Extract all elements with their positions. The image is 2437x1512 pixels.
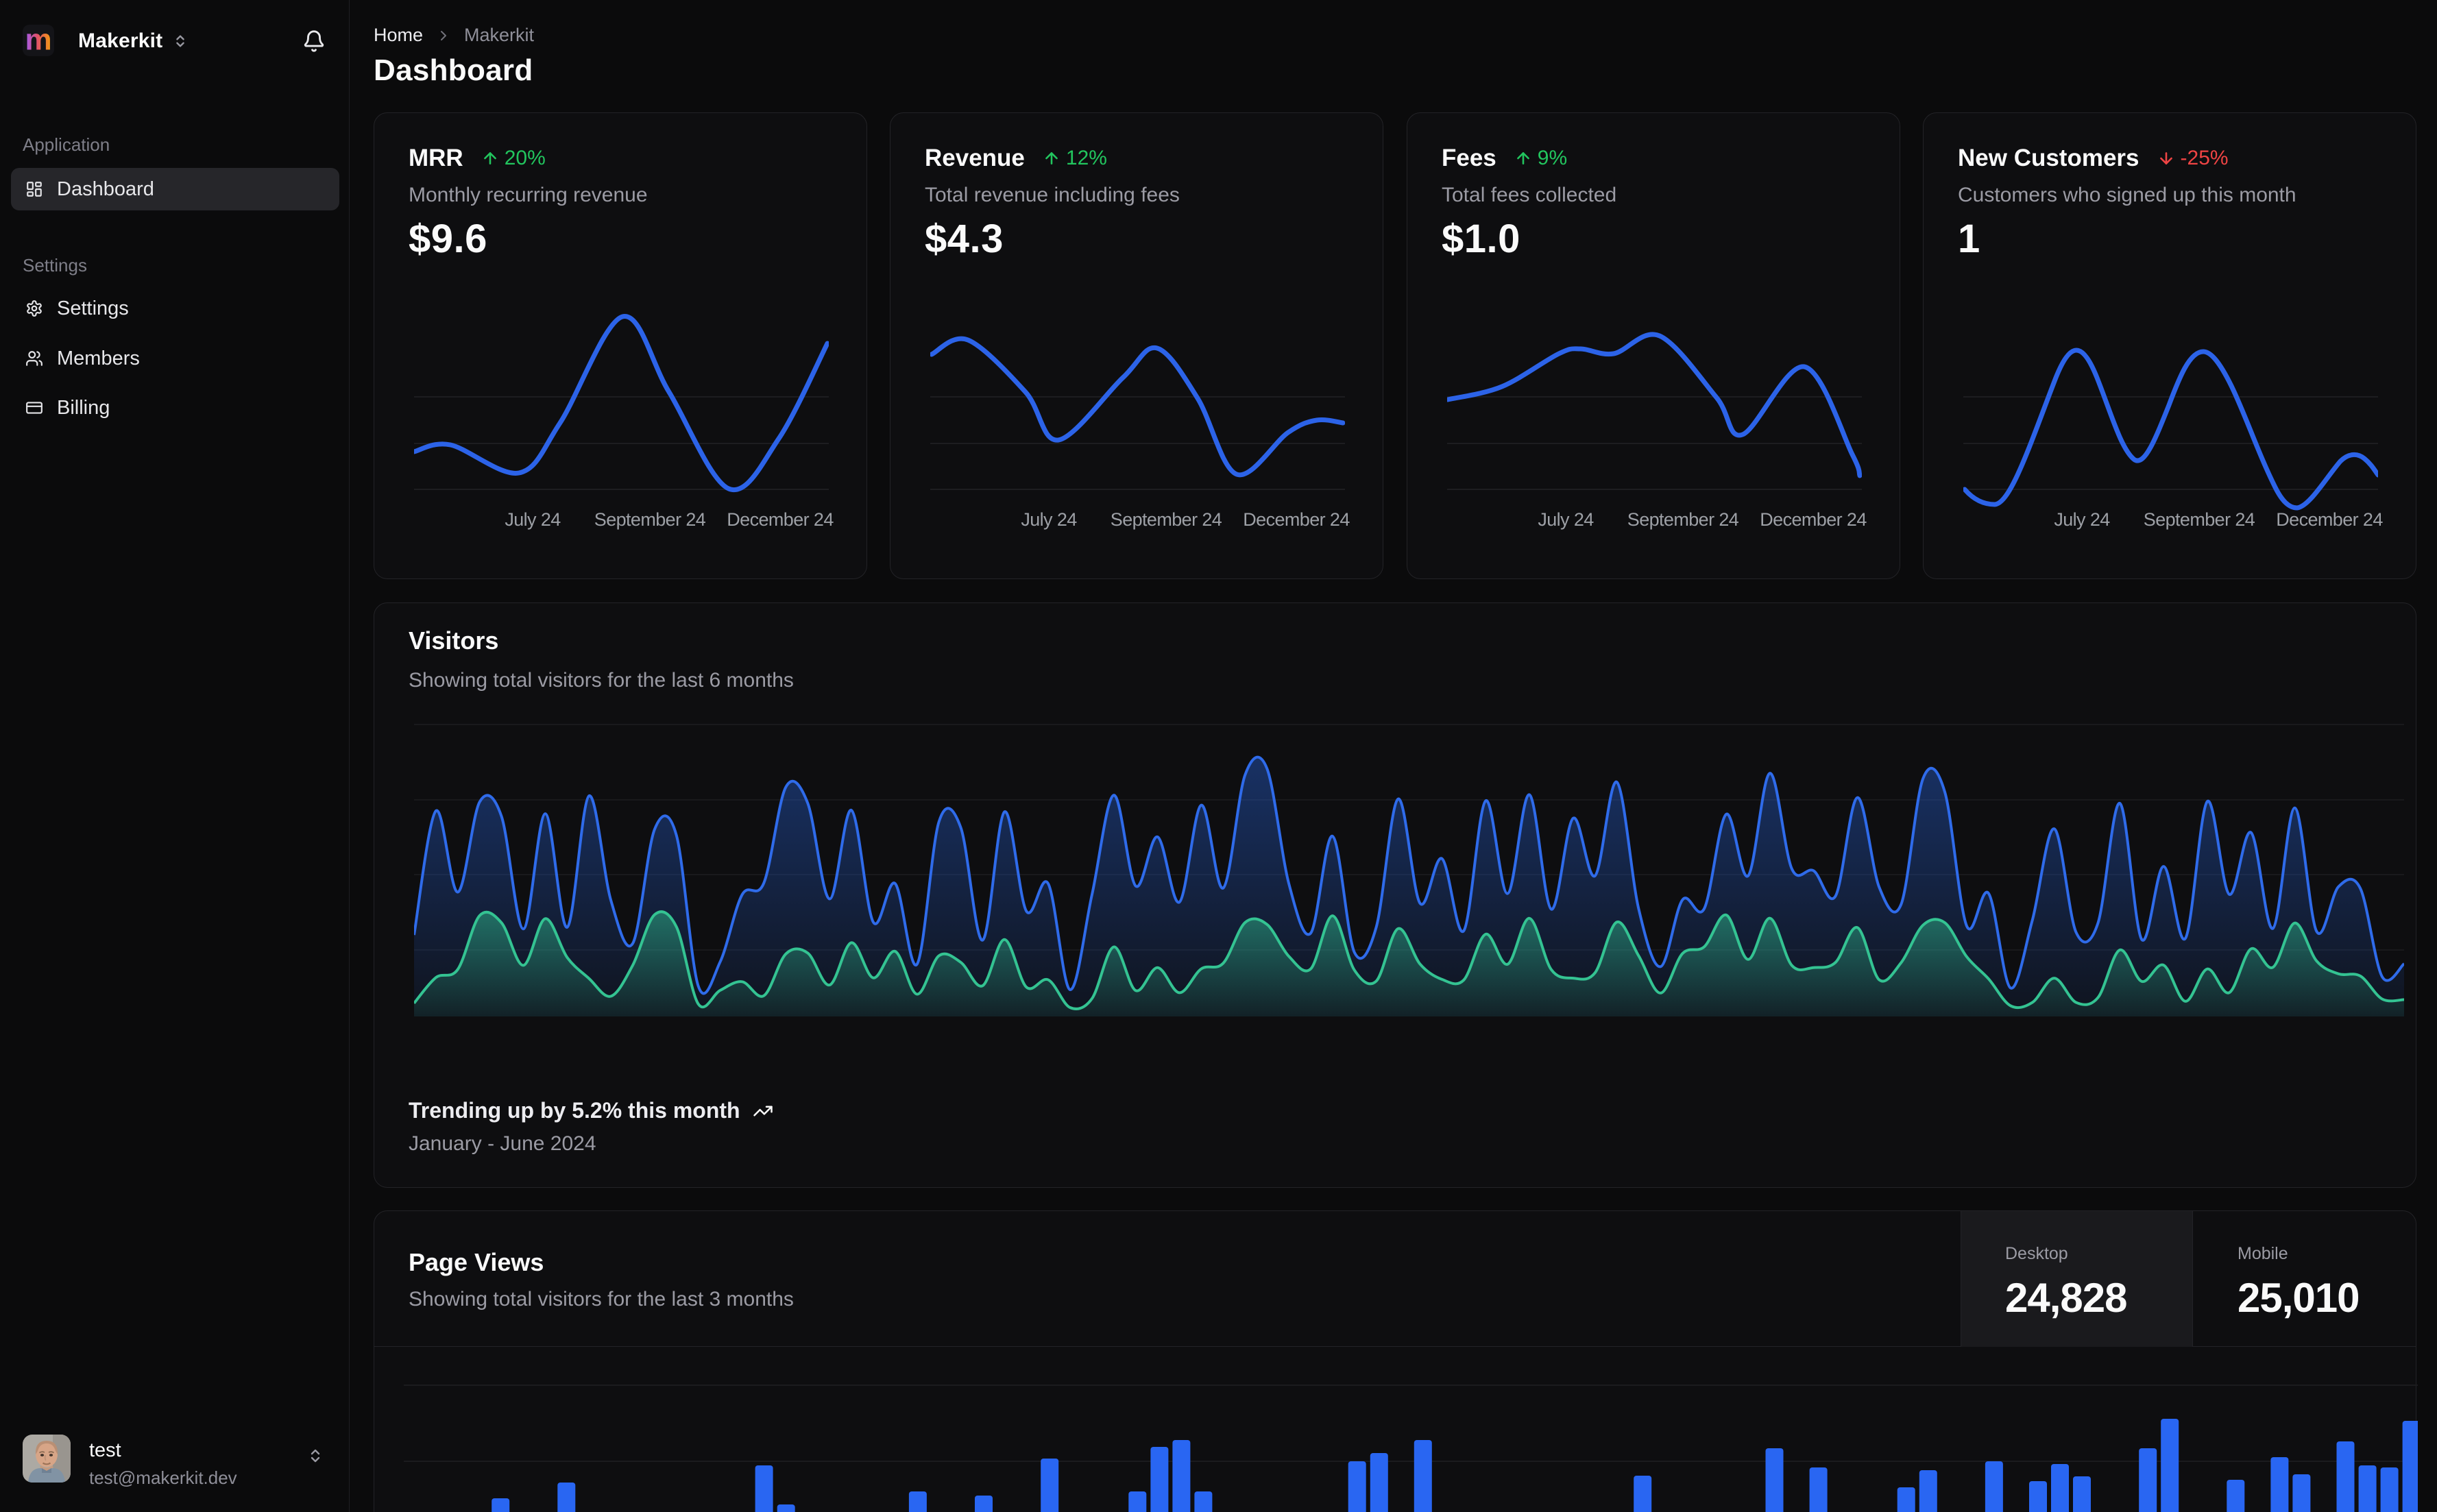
svg-text:m: m (25, 25, 51, 56)
